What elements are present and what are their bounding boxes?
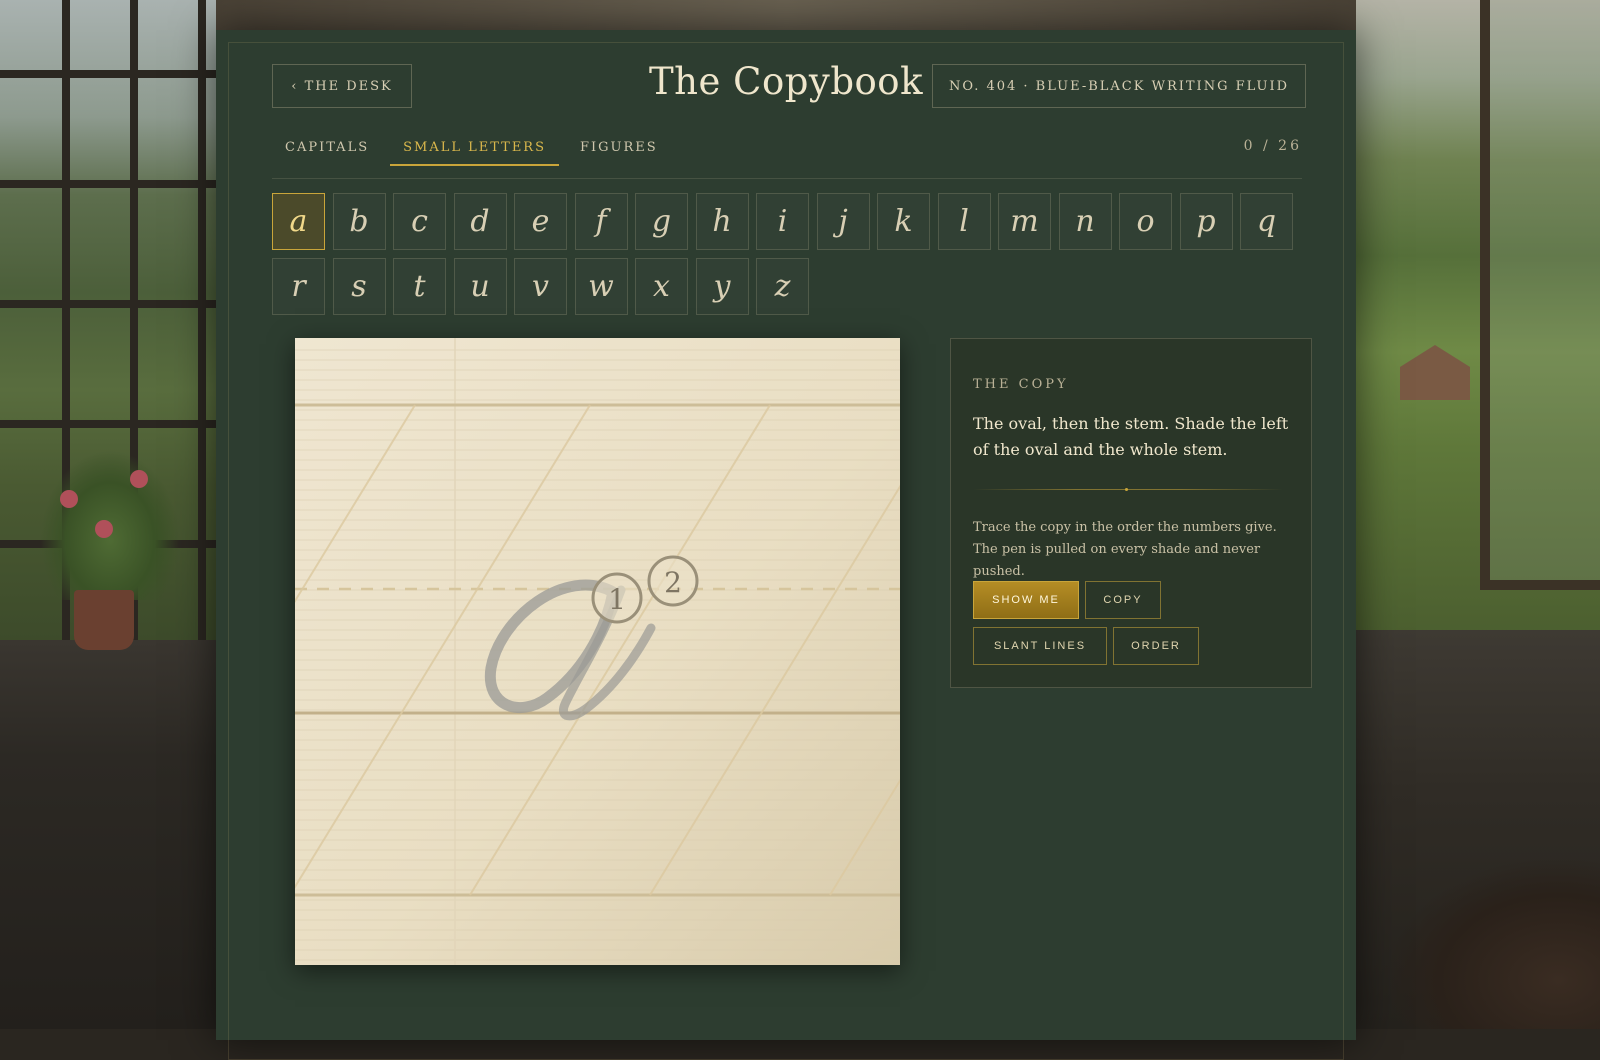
copy-sheet-ruling: 1 2	[295, 338, 900, 965]
stroke-number-1: 1	[591, 572, 643, 624]
letter-cell-w[interactable]: w	[574, 258, 628, 315]
letter-cell-h[interactable]: h	[695, 193, 749, 250]
letter-cell-r[interactable]: r	[272, 258, 325, 315]
letter-cell-i[interactable]: i	[756, 193, 809, 250]
tab-divider	[272, 178, 1302, 179]
letter-cell-u[interactable]: u	[453, 258, 507, 315]
letter-cell-j[interactable]: j	[816, 193, 870, 250]
letter-set-tabs: Capitals Small Letters Figures	[272, 134, 679, 166]
letter-cell-t[interactable]: t	[393, 258, 446, 315]
copy-button[interactable]: Copy	[1085, 581, 1161, 619]
letter-cell-f[interactable]: f	[574, 193, 628, 250]
stroke-number-2: 2	[647, 555, 699, 607]
letter-cell-n[interactable]: n	[1058, 193, 1112, 250]
left-windowsill	[0, 640, 216, 1029]
tab-small-letters[interactable]: Small Letters	[390, 134, 560, 166]
back-to-desk-button[interactable]: ‹ The Desk	[272, 64, 412, 108]
slant-lines-toggle[interactable]: Slant Lines	[973, 627, 1107, 665]
page-title: The Copybook	[649, 60, 923, 103]
copybook-panel: ‹ The Desk The Copybook No. 404 · Blue-B…	[216, 30, 1356, 1060]
flower	[130, 470, 148, 488]
card-label: The Copy	[973, 377, 1069, 392]
letter-cell-a[interactable]: a	[272, 193, 325, 250]
stroke-number-1-label: 1	[608, 583, 626, 616]
letter-cell-s[interactable]: s	[332, 258, 386, 315]
tab-figures[interactable]: Figures	[567, 134, 671, 166]
letter-cell-d[interactable]: d	[453, 193, 507, 250]
copy-guidance: Trace the copy in the order the numbers …	[973, 520, 1277, 579]
card-divider	[973, 489, 1283, 490]
letter-cell-e[interactable]: e	[514, 193, 567, 250]
letter-cell-q[interactable]: q	[1240, 193, 1293, 250]
letter-cell-o[interactable]: o	[1119, 193, 1172, 250]
letter-cell-y[interactable]: y	[695, 258, 749, 315]
stroke-number-2-label: 2	[664, 566, 682, 599]
divider-ornament	[1125, 488, 1128, 491]
armchair	[1390, 860, 1600, 1029]
plant-pot	[74, 590, 134, 650]
show-me-button[interactable]: Show Me	[973, 581, 1079, 619]
letter-cell-c[interactable]: c	[393, 193, 446, 250]
letter-cell-p[interactable]: p	[1179, 193, 1233, 250]
progress-count: 0 / 26	[1243, 138, 1302, 154]
open-casement	[1480, 0, 1600, 590]
letter-cell-g[interactable]: g	[635, 193, 688, 250]
letter-cell-b[interactable]: b	[332, 193, 386, 250]
copy-info-card: The Copy The oval, then the stem. Shade …	[950, 338, 1312, 688]
letter-cell-v[interactable]: v	[514, 258, 567, 315]
copy-instructions: The oval, then the stem. Shade the left …	[973, 414, 1289, 459]
letter-cell-z[interactable]: z	[756, 258, 809, 315]
order-toggle[interactable]: Order	[1113, 627, 1199, 665]
flower	[60, 490, 78, 508]
letter-cell-m[interactable]: m	[998, 193, 1051, 250]
tab-capitals[interactable]: Capitals	[272, 134, 382, 166]
letter-cell-k[interactable]: k	[877, 193, 930, 250]
ink-selector-button[interactable]: No. 404 · Blue-Black Writing Fluid	[932, 64, 1306, 108]
letter-cell-x[interactable]: x	[635, 258, 688, 315]
flower	[95, 520, 113, 538]
copy-sheet[interactable]: 1 2	[295, 338, 900, 965]
letter-cell-l[interactable]: l	[937, 193, 991, 250]
wall-top	[216, 0, 1356, 30]
